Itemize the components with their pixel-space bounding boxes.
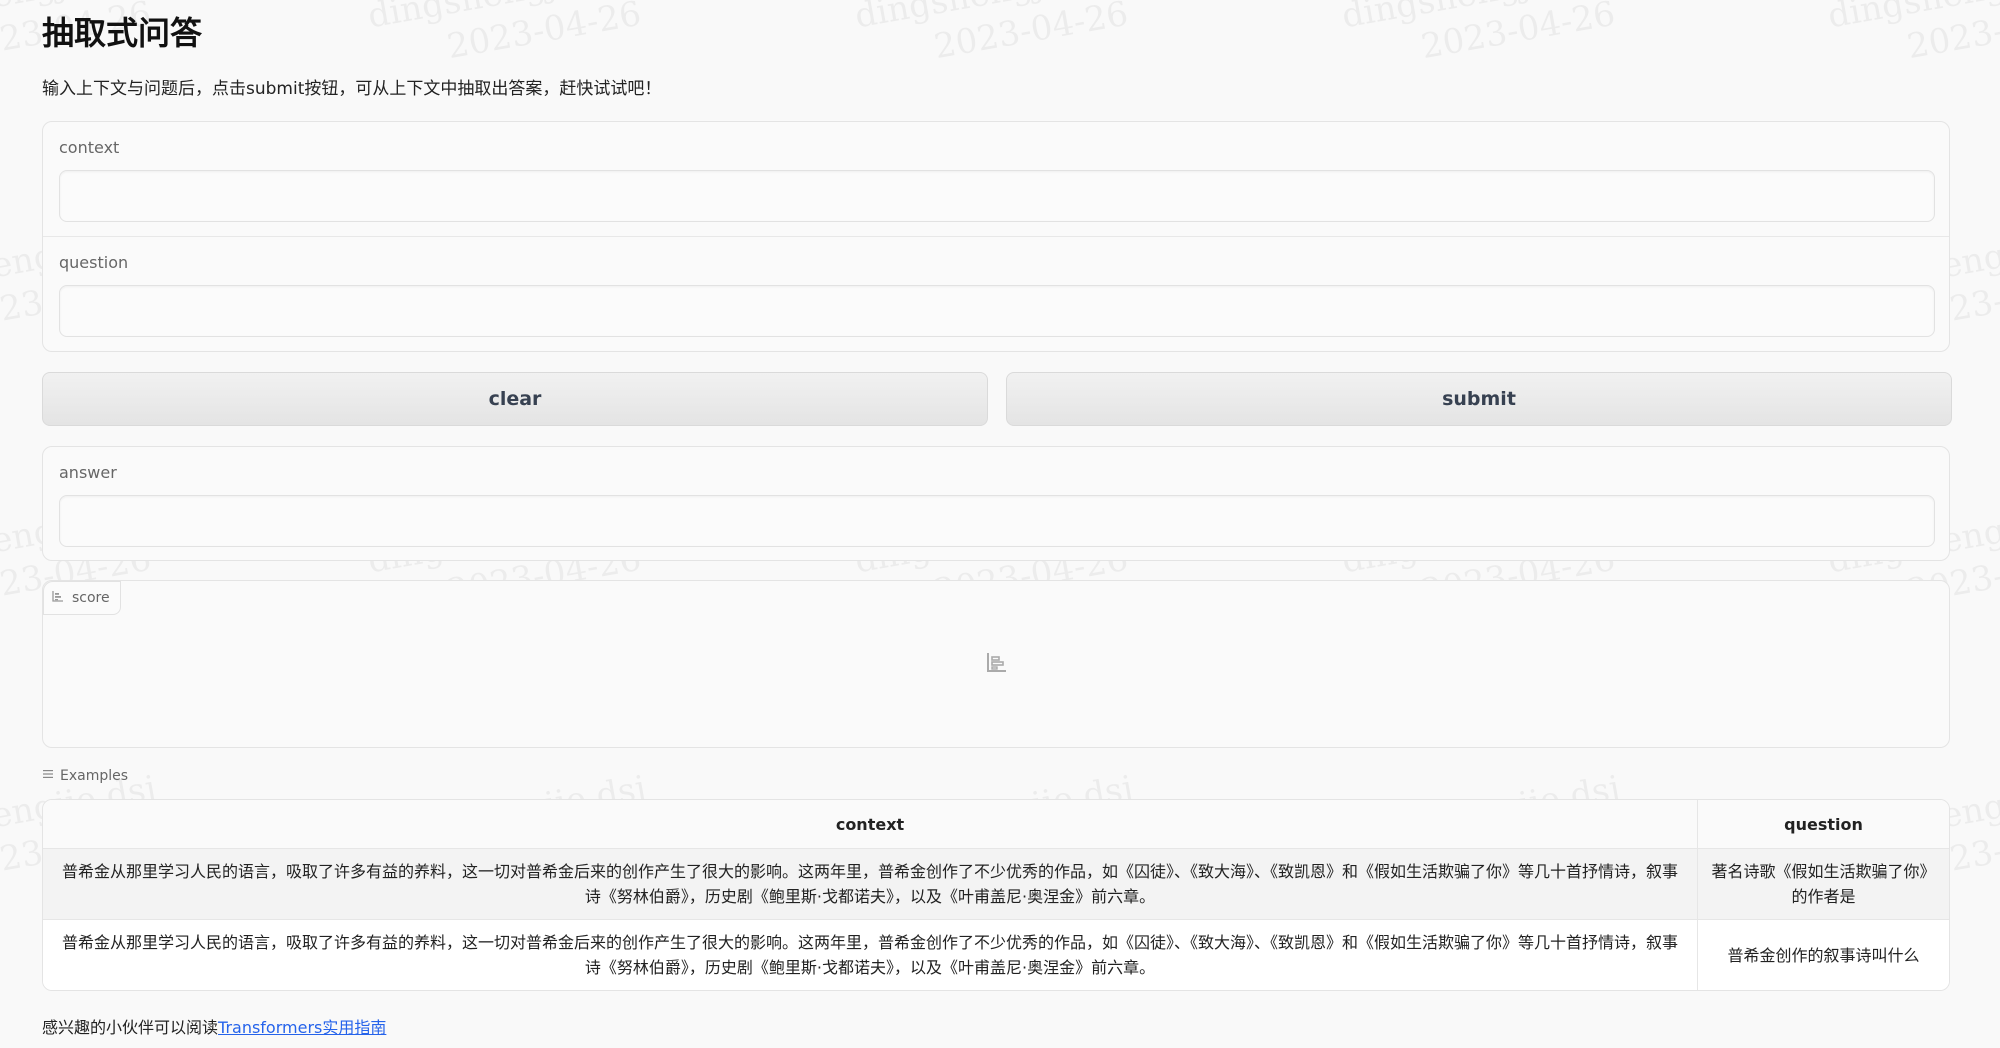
example-context-cell: 普希金从那里学习人民的语言，吸取了许多有益的养料，这一切对普希金后来的创作产生了… xyxy=(43,848,1698,920)
watermark-text: dingshengjie.dsj2023-04-26 xyxy=(1338,0,1631,82)
example-question-cell: 著名诗歌《假如生活欺骗了你》的作者是 xyxy=(1697,848,1949,920)
column-header-question: question xyxy=(1697,800,1949,849)
page-title: 抽取式问答 xyxy=(42,14,203,52)
examples-label: Examples xyxy=(60,768,129,784)
score-label: score xyxy=(72,590,110,606)
examples-table: context question 普希金从那里学习人民的语言，吸取了许多有益的养… xyxy=(42,799,1950,991)
watermark-line: dingshengjie.dsj xyxy=(851,0,1136,38)
column-header-context: context xyxy=(43,800,1698,849)
watermark-date: 2023-04-26 xyxy=(1418,0,1619,68)
input-panel: context question xyxy=(42,121,1950,352)
transformers-guide-link[interactable]: Transformers实用指南 xyxy=(218,1018,386,1037)
bar-chart-icon xyxy=(52,590,64,606)
answer-output[interactable] xyxy=(59,495,1935,547)
watermark-line: dingshengjie.dsj xyxy=(1338,0,1623,38)
clear-button[interactable]: clear xyxy=(42,372,988,426)
question-block: question xyxy=(43,237,1949,352)
page-description: 输入上下文与问题后，点击submit按钮，可从上下文中抽取出答案，赶快试试吧！ xyxy=(42,79,662,99)
footer-text: 感兴趣的小伙伴可以阅读 xyxy=(42,1018,219,1037)
watermark-line: dingshengjie.dsj xyxy=(364,0,649,38)
watermark-text: dingshengjie.dsj2023-04-26 xyxy=(364,0,657,82)
watermark-line: dingshengjie.dsj xyxy=(1824,0,2000,38)
question-input[interactable] xyxy=(59,285,1935,337)
watermark-date: 2023-04-26 xyxy=(444,0,645,68)
score-tag: score xyxy=(43,581,121,615)
answer-label: answer xyxy=(59,463,117,482)
context-block: context xyxy=(43,122,1949,237)
example-context-cell: 普希金从那里学习人民的语言，吸取了许多有益的养料，这一切对普希金后来的创作产生了… xyxy=(43,919,1698,990)
examples-header: Examples xyxy=(42,768,128,784)
example-question-cell: 普希金创作的叙事诗叫什么 xyxy=(1697,919,1949,990)
answer-panel: answer xyxy=(42,446,1950,561)
example-row[interactable]: 普希金从那里学习人民的语言，吸取了许多有益的养料，这一切对普希金后来的创作产生了… xyxy=(43,848,1949,920)
submit-button[interactable]: submit xyxy=(1006,372,1952,426)
watermark-date: 2023-04-26 xyxy=(931,0,1132,68)
question-label: question xyxy=(59,253,129,272)
example-row[interactable]: 普希金从那里学习人民的语言，吸取了许多有益的养料，这一切对普希金后来的创作产生了… xyxy=(43,919,1949,990)
context-input[interactable] xyxy=(59,170,1935,222)
watermark-text: dingshengjie.dsj2023-04-26 xyxy=(1824,0,2000,82)
watermark-text: dingshengjie.dsj2023-04-26 xyxy=(851,0,1144,82)
score-panel: score xyxy=(42,580,1950,748)
footer-note: 感兴趣的小伙伴可以阅读Transformers实用指南 xyxy=(42,1014,386,1038)
bar-chart-icon xyxy=(986,651,1008,677)
watermark-date: 2023-04-26 xyxy=(1904,0,2000,68)
context-label: context xyxy=(59,138,120,157)
list-icon xyxy=(42,768,54,784)
